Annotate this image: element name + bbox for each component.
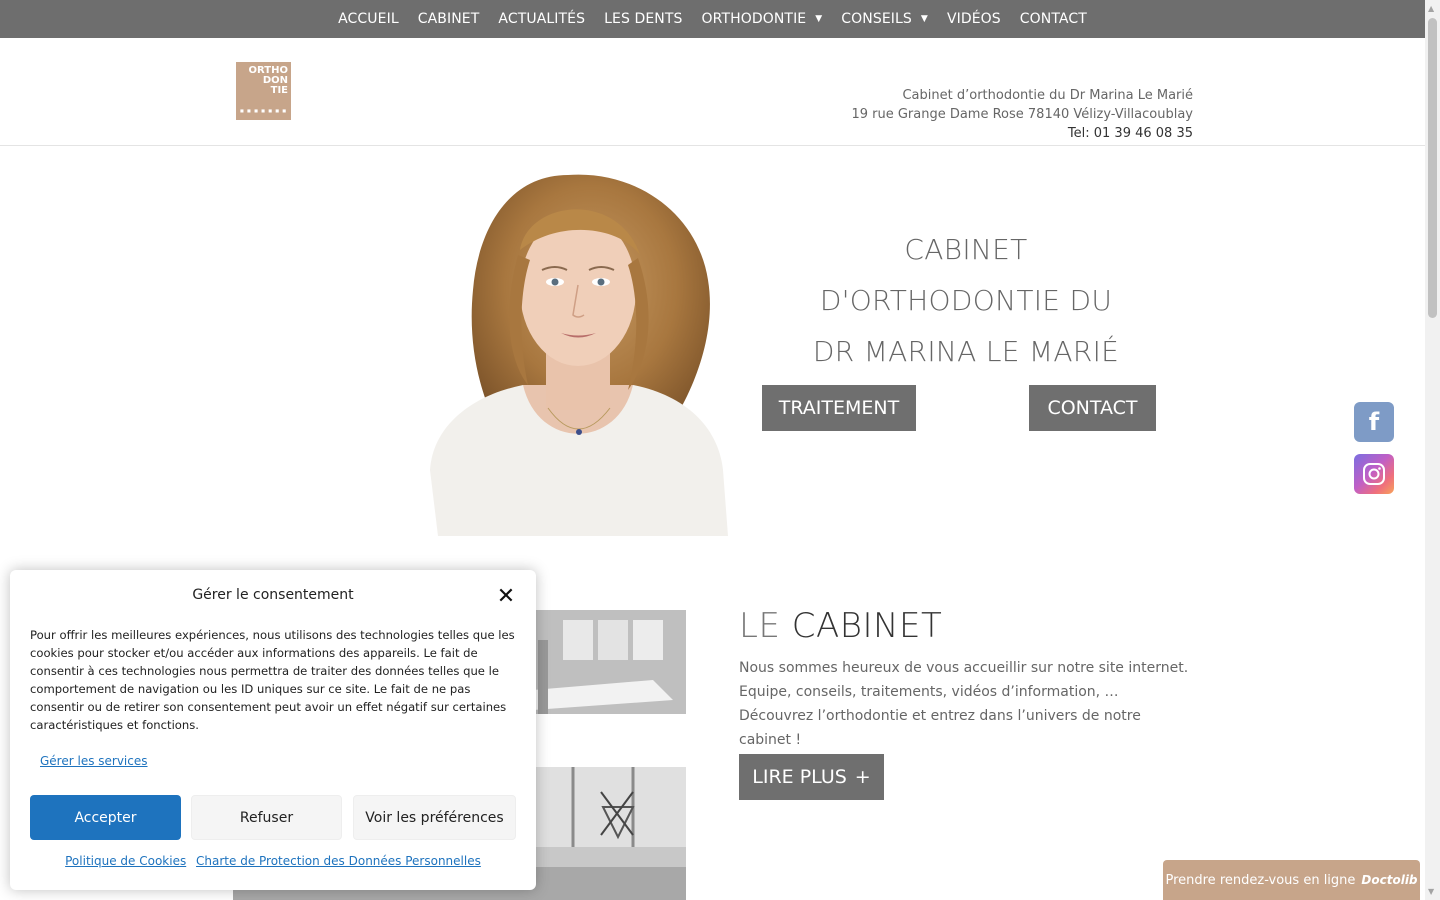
site-logo[interactable]: ORTHO DON TIE ■ ■ ■ ■ ■ ■ ■	[236, 62, 291, 120]
nav-item-label: ACCUEIL	[338, 11, 399, 27]
header-address: 19 rue Grange Dame Rose 78140 Vélizy-Vil…	[851, 107, 1193, 122]
nav-item-label: VIDÉOS	[946, 11, 1001, 27]
accept-button[interactable]: Accepter	[30, 795, 181, 840]
instagram-icon	[1363, 463, 1385, 485]
header-contact-info: Cabinet d’orthodontie du Dr Marina Le Ma…	[851, 86, 1193, 143]
scrollbar-thumb[interactable]	[1428, 18, 1437, 318]
nav-item-conseils[interactable]: CONSEILS ▼	[841, 11, 928, 27]
scroll-up-arrow-icon[interactable]: ▲	[1428, 4, 1434, 13]
refuse-button[interactable]: Refuser	[191, 795, 342, 840]
cabinet-section-title: LE CABINET	[739, 606, 942, 646]
read-more-label: LIRE PLUS	[752, 766, 847, 788]
facebook-icon: f	[1368, 408, 1380, 436]
page-scrollbar[interactable]: ▲ ▼	[1425, 0, 1440, 900]
data-protection-charter-link[interactable]: Charte de Protection des Données Personn…	[196, 854, 481, 868]
nav-item-label: CONSEILS	[841, 11, 912, 27]
cabinet-description: Nous sommes heureux de vous accueillir s…	[739, 660, 1189, 748]
nav-item-label: ORTHODONTIE	[701, 11, 807, 27]
nav-item-cabinet[interactable]: CABINET	[418, 11, 480, 27]
nav-item-label: ACTUALITÉS	[498, 11, 586, 27]
hero-title: CABINET D'ORTHODONTIE DU DR MARINA LE MA…	[760, 224, 1172, 377]
cookie-policy-links: Politique de Cookies Charte de Protectio…	[10, 854, 536, 868]
nav-item-videos[interactable]: VIDÉOS	[947, 11, 1001, 27]
nav-item-orthodontie[interactable]: ORTHODONTIE ▼	[702, 11, 823, 27]
scroll-down-arrow-icon[interactable]: ▼	[1428, 887, 1434, 896]
chevron-down-icon: ▼	[920, 14, 928, 24]
logo-text-line: TIE	[270, 85, 288, 96]
instagram-button[interactable]	[1354, 454, 1394, 494]
nav-item-label: CABINET	[417, 11, 480, 27]
contact-button[interactable]: CONTACT	[1029, 385, 1156, 431]
cookie-policy-link[interactable]: Politique de Cookies	[65, 854, 186, 868]
cookie-modal-text: Pour offrir les meilleures expériences, …	[30, 628, 515, 732]
nav-item-label: LES DENTS	[604, 11, 683, 27]
doctolib-booking-button[interactable]: Prendre rendez-vous en ligne Doctolib	[1163, 860, 1420, 900]
cabinet-title-prefix: LE	[739, 606, 781, 646]
site-header: ORTHO DON TIE ■ ■ ■ ■ ■ ■ ■ Cabinet d’or…	[0, 38, 1425, 146]
cabinet-title-main: CABINET	[791, 606, 943, 646]
plus-icon: +	[854, 766, 871, 788]
nav-item-label: CONTACT	[1019, 11, 1087, 27]
nav-item-les-dents[interactable]: LES DENTS	[604, 11, 682, 27]
header-phone[interactable]: Tel: 01 39 46 08 35	[851, 124, 1193, 143]
view-preferences-button[interactable]: Voir les préférences	[353, 795, 516, 840]
manage-services-link[interactable]: Gérer les services	[40, 754, 148, 768]
logo-decoration: ■ ■ ■ ■ ■ ■ ■	[240, 108, 288, 113]
hero-title-line: D'ORTHODONTIE DU	[819, 284, 1113, 317]
chevron-down-icon: ▼	[815, 14, 823, 24]
header-practice-name: Cabinet d’orthodontie du Dr Marina Le Ma…	[902, 88, 1193, 103]
cookie-consent-modal: Gérer le consentement ✕ Pour offrir les …	[10, 570, 536, 890]
read-more-button[interactable]: LIRE PLUS +	[739, 754, 884, 800]
doctolib-label: Prendre rendez-vous en ligne	[1165, 872, 1356, 888]
nav-item-accueil[interactable]: ACCUEIL	[338, 11, 399, 27]
hero-title-line: CABINET	[904, 233, 1028, 266]
close-icon[interactable]: ✕	[494, 584, 518, 609]
facebook-button[interactable]: f	[1354, 402, 1394, 442]
nav-item-actualites[interactable]: ACTUALITÉS	[498, 11, 585, 27]
doctolib-logo: Doctolib	[1361, 873, 1418, 887]
doctor-portrait	[418, 170, 728, 536]
main-navigation: ACCUEIL CABINET ACTUALITÉS LES DENTS ORT…	[0, 0, 1425, 38]
hero-title-line: DR MARINA LE MARIÉ	[812, 335, 1120, 368]
nav-item-contact[interactable]: CONTACT	[1020, 11, 1087, 27]
traitement-button[interactable]: TRAITEMENT	[762, 385, 916, 431]
cookie-modal-title: Gérer le consentement	[192, 587, 354, 603]
